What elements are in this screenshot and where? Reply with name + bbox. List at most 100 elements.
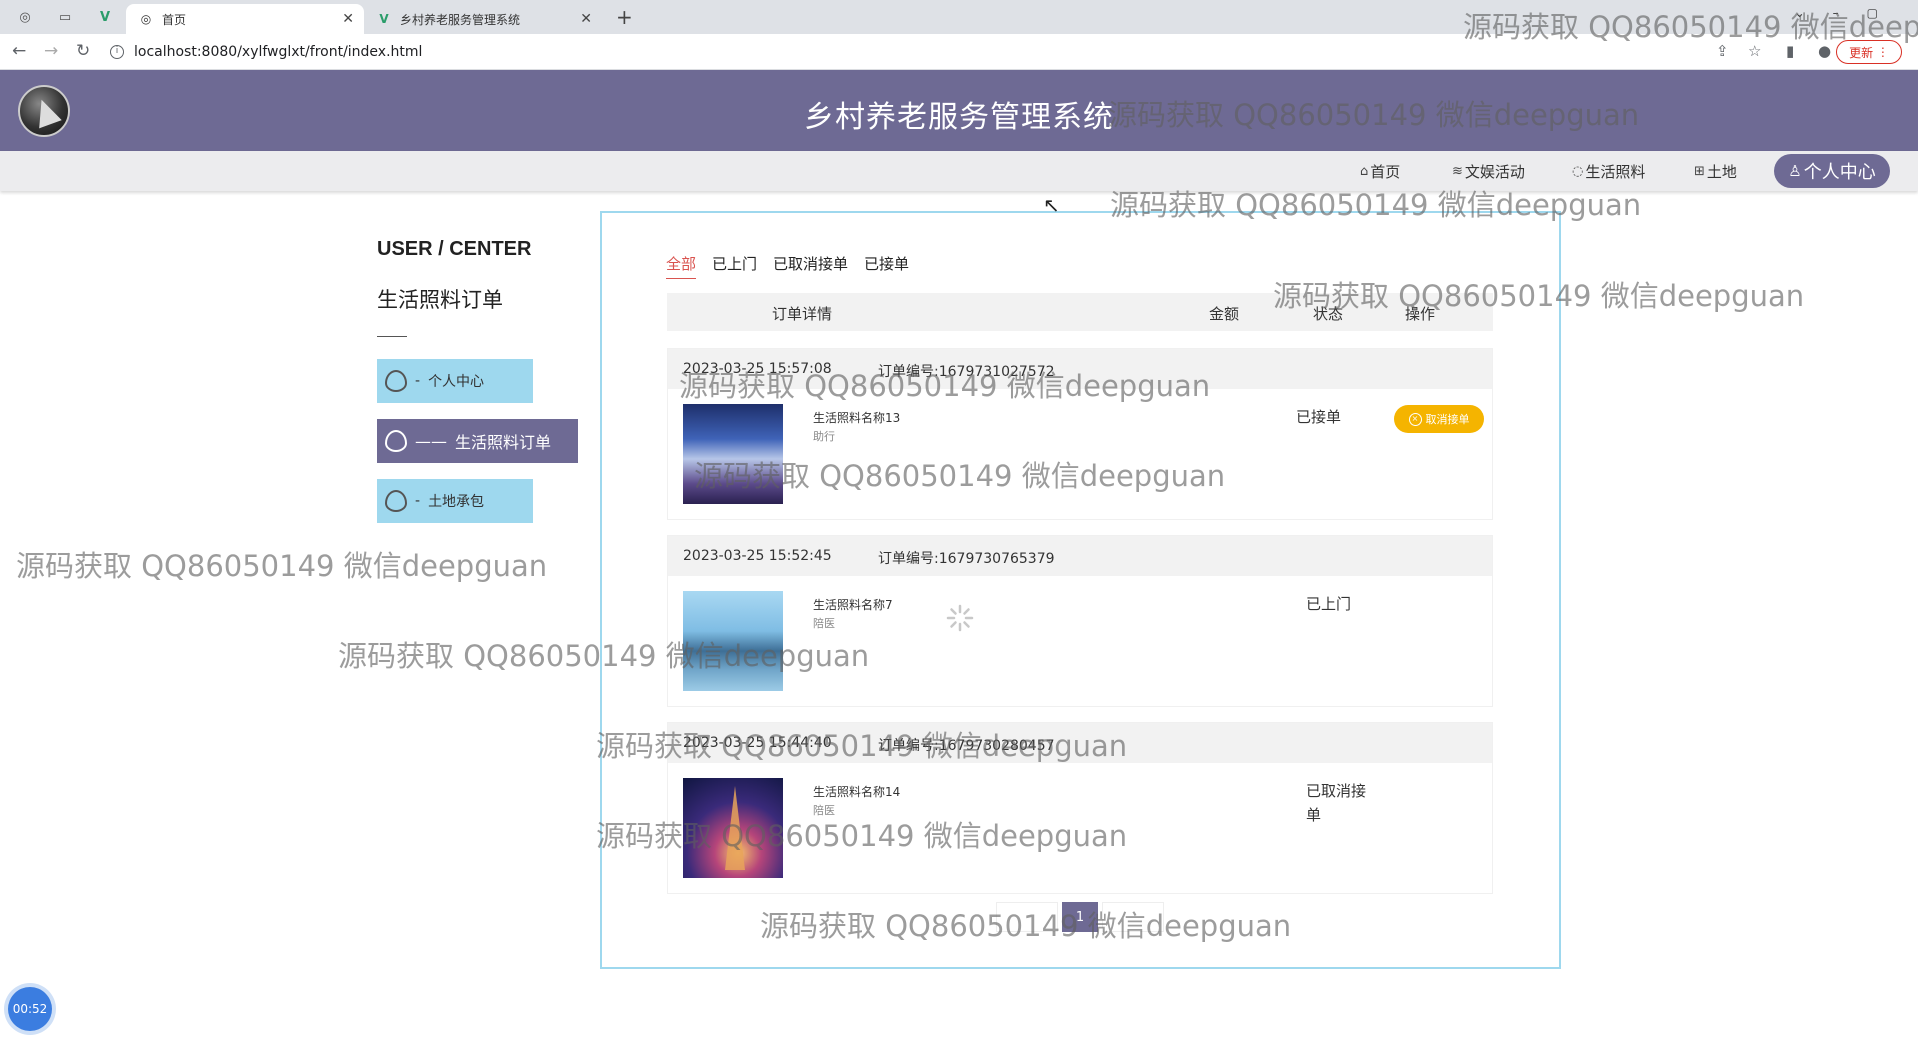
nav-label: 文娱活动 [1464,163,1525,181]
back-icon[interactable]: ← [12,41,26,61]
browser-tab-label: 乡村养老服务管理系统 [400,12,521,27]
order-status: 已上门 [1306,595,1352,613]
pagination-next-button[interactable] [1102,902,1164,932]
order-header: 2023-03-25 15:57:08 订单编号:1679731027572 [668,349,1492,389]
url-field[interactable]: i localhost:8080/xylfwglxt/front/index.h… [110,40,1670,64]
pinned-tab-globe-icon[interactable]: ◎ [10,6,40,28]
pagination-page-button[interactable]: 1 [1062,902,1098,932]
site-header: 乡村养老服务管理系统 [0,70,1918,151]
info-icon[interactable]: i [110,45,124,59]
sidebar-item-land-contract[interactable]: - 土地承包 [377,479,533,523]
reload-icon[interactable]: ↻ [76,41,90,61]
product-category: 陪医 [813,804,835,817]
profile-icon[interactable]: ● [1818,42,1831,60]
header-status: 状态 [1313,305,1344,323]
url-text: localhost:8080/xylfwglxt/front/index.htm… [134,44,423,60]
nav-item-user-center[interactable]: ♙ 个人中心 [1774,154,1890,188]
order-date: 2023-03-25 15:44:40 [683,735,832,751]
browser-tab-label: 首页 [162,12,187,27]
button-label: 取消接单 [1425,413,1470,426]
top-nav: ⌂ 首页 ≋ 文娱活动 ◌ 生活照料 ⊞ 土地 ♙ 个人中心 [0,151,1918,191]
order-thumbnail[interactable] [683,591,783,691]
watermark: 源码获取 QQ86050149 微信deepguan [16,549,548,583]
sidebar-item-label: 土地承包 [428,494,485,510]
order-number: 订单编号:1679730280457 [878,738,1055,754]
vue-icon: V [379,12,389,26]
recording-timer[interactable]: 00:52 [8,987,52,1031]
nav-item-care[interactable]: ◌ 生活照料 [1572,161,1645,182]
order-card: 2023-03-25 15:44:40 订单编号:1679730280457 生… [667,722,1493,894]
filter-tab-cancelled[interactable]: 已取消接单 [773,253,848,279]
hat-icon: ≋ [1452,164,1463,179]
update-label: 更新 [1849,45,1874,60]
orders-table-header: 订单详情 金额 状态 操作 [667,293,1493,331]
browser-tab-admin[interactable]: V 乡村养老服务管理系统 ✕ [364,4,602,34]
order-status: 已取消接单 [1306,782,1367,824]
order-thumbnail[interactable] [683,778,783,878]
sidebar-item-profile[interactable]: - 个人中心 [377,359,533,403]
browser-tab-home[interactable]: ◎ 首页 ✕ [126,4,364,34]
product-name[interactable]: 生活照料名称13 [813,409,900,426]
nav-item-land[interactable]: ⊞ 土地 [1694,161,1737,182]
order-header: 2023-03-25 15:52:45 订单编号:1679730765379 [668,536,1492,576]
grid-icon: ⊞ [1694,164,1705,179]
order-filter-tabs: 全部 已上门 已取消接单 已接单 [666,253,925,279]
filter-tab-accepted[interactable]: 已接单 [864,253,909,279]
nav-item-entertainment[interactable]: ≋ 文娱活动 [1452,161,1525,182]
browser-tabbar: ◎ ▭ V ◎ 首页 ✕ V 乡村养老服务管理系统 ✕ + ⌄–▢ [0,0,1918,34]
cancel-icon: × [1408,412,1422,426]
star-icon[interactable]: ☆ [1748,42,1761,60]
update-button[interactable]: 更新 ⋮ [1836,40,1902,64]
order-number: 订单编号:1679731027572 [878,364,1055,380]
header-operation: 操作 [1405,305,1436,323]
user-center-subtitle: 生活照料订单 [377,288,503,312]
order-date: 2023-03-25 15:57:08 [683,361,832,377]
sidebar-item-label: 个人中心 [428,374,485,390]
nav-label: 首页 [1370,163,1401,181]
nav-label: 个人中心 [1803,162,1876,183]
product-category: 助行 [813,430,835,443]
home-icon: ⌂ [1360,164,1369,179]
order-card: 2023-03-25 15:52:45 订单编号:1679730765379 生… [667,535,1493,707]
nav-label: 土地 [1706,163,1737,181]
header-detail: 订单详情 [772,305,833,323]
flame-icon [385,490,407,512]
new-tab-icon[interactable]: + [616,5,633,29]
mouse-cursor-icon: ↖ [1043,193,1060,217]
order-card: 2023-03-25 15:57:08 订单编号:1679731027572 生… [667,348,1493,520]
pagination-prev-button[interactable] [996,902,1058,932]
order-status: 已接单 [1296,408,1342,426]
title-divider [377,336,407,337]
product-category: 陪医 [813,617,835,630]
order-thumbnail[interactable] [683,404,783,504]
site-title: 乡村养老服务管理系统 [804,100,1114,135]
palette-icon: ◌ [1572,164,1584,179]
address-bar: ← → ↻ i localhost:8080/xylfwglxt/front/i… [0,34,1918,70]
forward-icon[interactable]: → [44,41,58,61]
header-amount: 金额 [1209,305,1240,323]
cancel-accept-button[interactable]: × 取消接单 [1394,405,1484,433]
flame-icon [385,430,407,452]
user-icon: ♙ [1788,162,1802,180]
share-icon[interactable]: ⇪ [1716,42,1729,60]
pinned-tab-vue-icon[interactable]: V [90,6,120,28]
product-name[interactable]: 生活照料名称14 [813,783,900,800]
product-name[interactable]: 生活照料名称7 [813,596,893,613]
order-number: 订单编号:1679730765379 [878,551,1055,567]
user-center-title: USER / CENTER [377,238,532,260]
order-date: 2023-03-25 15:52:45 [683,548,832,564]
sidebar-item-care-orders[interactable]: —— 生活照料订单 [377,419,578,463]
nav-label: 生活照料 [1585,163,1646,181]
flame-icon [385,370,407,392]
loading-spinner-icon [946,604,974,632]
nav-item-home[interactable]: ⌂ 首页 [1360,161,1400,182]
window-controls[interactable]: ⌄–▢ [1795,6,1906,20]
globe-icon: ◎ [140,12,152,26]
filter-tab-visited[interactable]: 已上门 [712,253,757,279]
close-icon[interactable]: ✕ [580,11,592,27]
pinned-tab-blank-icon[interactable]: ▭ [50,6,80,28]
sidepanel-icon[interactable]: ▮ [1786,42,1794,60]
order-header: 2023-03-25 15:44:40 订单编号:1679730280457 [668,723,1492,763]
filter-tab-all[interactable]: 全部 [666,253,697,279]
close-icon[interactable]: ✕ [342,11,354,27]
